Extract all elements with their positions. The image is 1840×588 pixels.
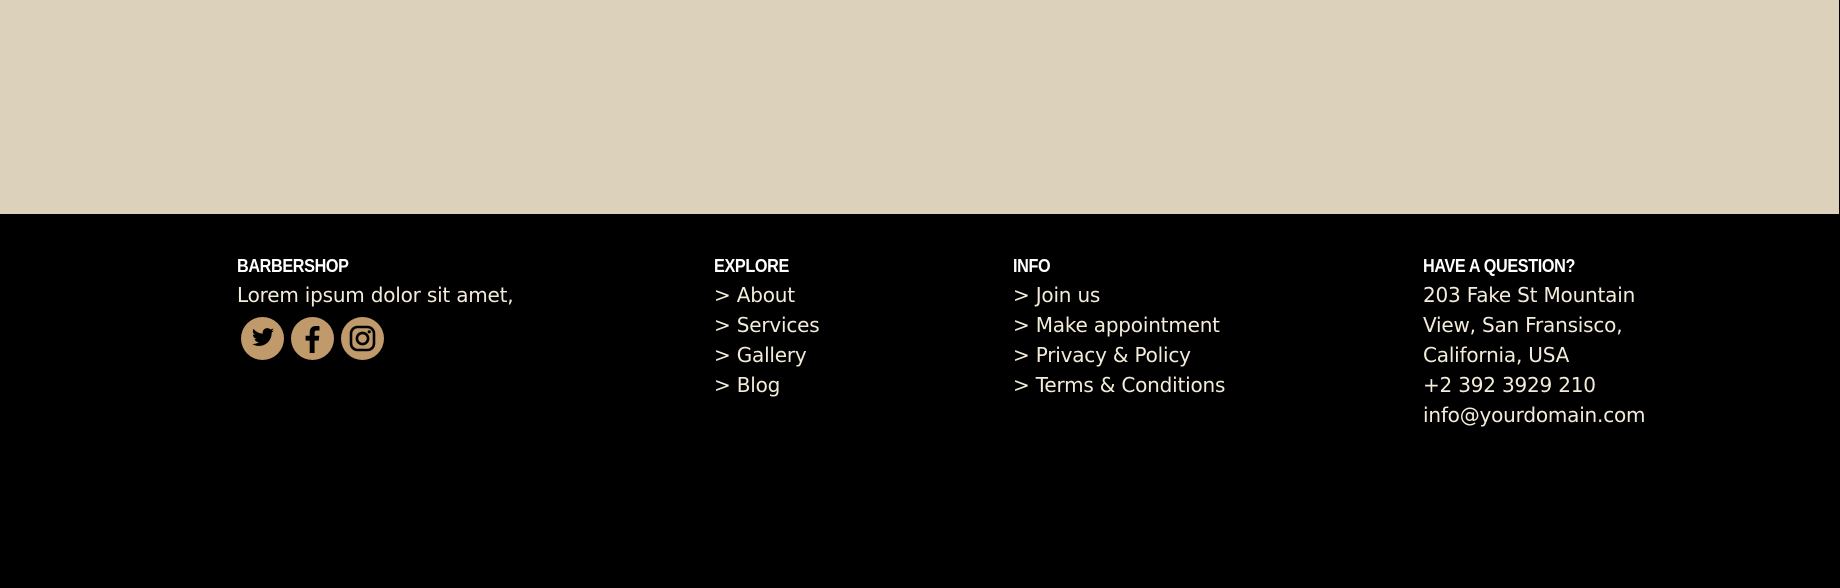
info-link-privacy-policy[interactable]: > Privacy & Policy [1013, 343, 1191, 367]
list-item: > Terms & Conditions [1013, 370, 1373, 400]
list-item: > Services [714, 310, 974, 340]
phone-number[interactable]: +2 392 3929 210 [1423, 370, 1783, 400]
explore-link-gallery[interactable]: > Gallery [714, 343, 807, 367]
facebook-link[interactable] [290, 316, 335, 361]
explore-link-about[interactable]: > About [714, 283, 795, 307]
list-item: > About [714, 280, 974, 310]
footer-info-column: INFO > Join us > Make appointment > Priv… [1013, 254, 1373, 400]
info-heading: INFO [1013, 256, 1051, 276]
address-line: View, San Fransisco, [1423, 313, 1623, 337]
address-line: California, USA [1423, 343, 1570, 367]
info-links: > Join us > Make appointment > Privacy &… [1013, 280, 1373, 400]
facebook-icon [291, 317, 334, 360]
footer-explore-column: EXPLORE > About > Services > Gallery > B… [714, 254, 974, 400]
brand-heading: BARBERSHOP [237, 256, 349, 276]
contact-heading: HAVE A QUESTION? [1423, 256, 1576, 276]
email-address[interactable]: info@yourdomain.com [1423, 400, 1783, 430]
footer-brand-column: BARBERSHOP Lorem ipsum dolor sit amet, [237, 254, 677, 361]
brand-description: Lorem ipsum dolor sit amet, [237, 283, 514, 307]
list-item: > Join us [1013, 280, 1373, 310]
footer-contact-column: HAVE A QUESTION? 203 Fake St Mountain Vi… [1423, 254, 1783, 430]
social-links [240, 316, 677, 361]
explore-heading: EXPLORE [714, 256, 789, 276]
explore-link-services[interactable]: > Services [714, 313, 820, 337]
instagram-link[interactable] [340, 316, 385, 361]
list-item: > Gallery [714, 340, 974, 370]
explore-link-blog[interactable]: > Blog [714, 373, 780, 397]
info-link-make-appointment[interactable]: > Make appointment [1013, 313, 1220, 337]
twitter-link[interactable] [240, 316, 285, 361]
info-link-terms-conditions[interactable]: > Terms & Conditions [1013, 373, 1225, 397]
hero-band [0, 0, 1839, 214]
explore-links: > About > Services > Gallery > Blog [714, 280, 974, 400]
list-item: > Privacy & Policy [1013, 340, 1373, 370]
list-item: > Blog [714, 370, 974, 400]
twitter-icon [241, 317, 284, 360]
list-item: > Make appointment [1013, 310, 1373, 340]
address-line: 203 Fake St Mountain [1423, 283, 1636, 307]
instagram-icon [341, 317, 384, 360]
info-link-join-us[interactable]: > Join us [1013, 283, 1100, 307]
site-footer: BARBERSHOP Lorem ipsum dolor sit amet, E… [0, 214, 1840, 588]
